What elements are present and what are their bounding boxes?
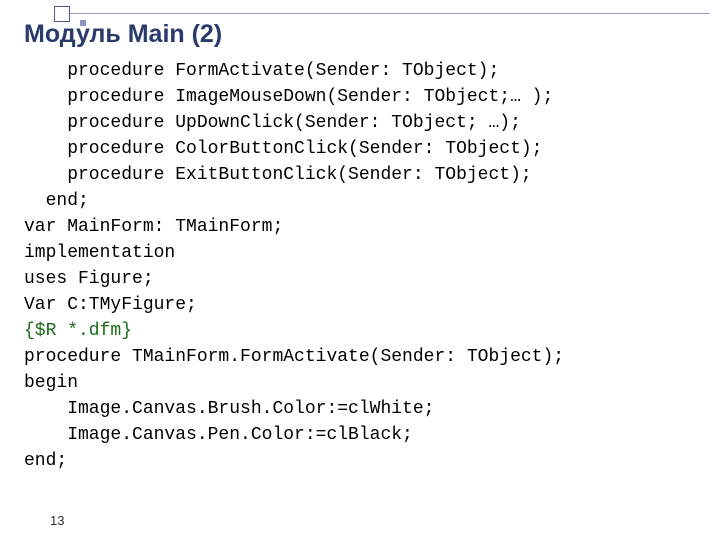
code-line: procedure TMainForm.FormActivate(Sender:…	[24, 347, 564, 367]
code-line: end;	[24, 191, 89, 211]
slide: Модуль Main (2) procedure FormActivate(S…	[0, 0, 720, 540]
slide-title: Модуль Main (2)	[24, 20, 222, 49]
code-line: Image.Canvas.Brush.Color:=clWhite;	[24, 399, 434, 419]
decor-line	[70, 13, 710, 14]
code-line: end;	[24, 451, 67, 471]
code-line: procedure ImageMouseDown(Sender: TObject…	[24, 87, 553, 107]
code-line: Image.Canvas.Pen.Color:=clBlack;	[24, 425, 413, 445]
code-line: var MainForm: TMainForm;	[24, 217, 283, 237]
code-block: procedure FormActivate(Sender: TObject);…	[24, 58, 564, 474]
code-line: procedure FormActivate(Sender: TObject);	[24, 61, 499, 81]
code-line: begin	[24, 373, 78, 393]
page-number: 13	[50, 513, 64, 528]
code-line: procedure UpDownClick(Sender: TObject; ……	[24, 113, 521, 133]
code-line: procedure ExitButtonClick(Sender: TObjec…	[24, 165, 532, 185]
code-directive: {$R *.dfm}	[24, 321, 132, 341]
code-line: procedure ColorButtonClick(Sender: TObje…	[24, 139, 542, 159]
code-line: Var C:TMyFigure;	[24, 295, 197, 315]
code-line: uses Figure;	[24, 269, 154, 289]
code-line: implementation	[24, 243, 175, 263]
